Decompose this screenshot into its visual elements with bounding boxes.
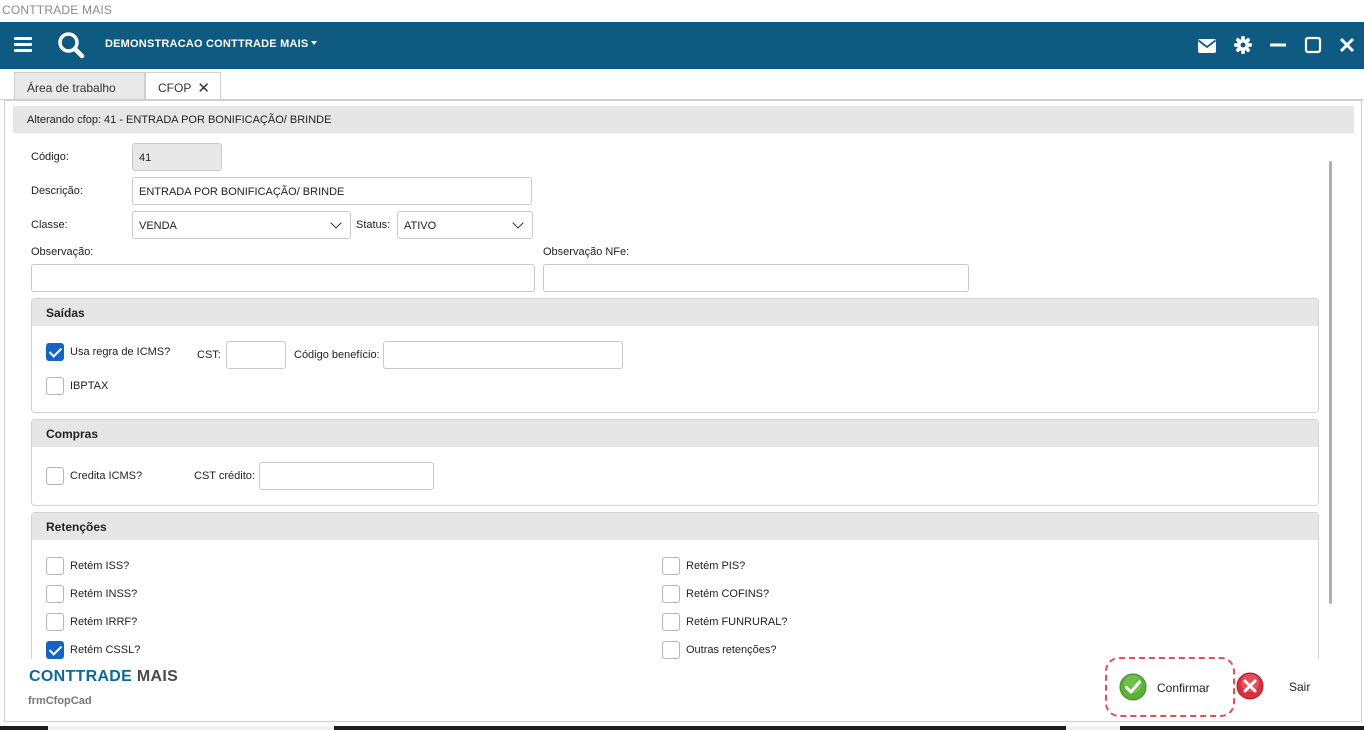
descricao-field[interactable]: ENTRADA POR BONIFICAÇÃO/ BRINDE [132,177,532,205]
compras-title: Compras [32,420,1318,447]
cst-label: CST: [197,349,221,361]
status-label: Status: [356,219,391,231]
tab-bar: Área de trabalho CFOP ✕ [0,69,1364,101]
retem-inss-label: Retém INSS? [70,588,138,600]
status-selected-value: ATIVO [404,220,437,232]
brand-part-1: CONTTRADE [29,668,133,685]
observacao-nfe-field[interactable] [543,264,969,292]
retem-cofins-label: Retém COFINS? [686,588,770,600]
descricao-label: Descrição: [31,185,83,197]
chevron-down-icon [330,217,342,229]
form-panel: Alterando cfop: 41 - ENTRADA POR BONIFIC… [4,100,1362,722]
saidas-title: Saídas [32,299,1318,326]
retem-cofins-checkbox[interactable] [662,585,680,603]
chevron-down-icon [512,217,524,229]
saidas-section: Saídas Usa regra de ICMS? CST: Código be… [31,298,1319,413]
brand-logo: CONTTRADE MAIS [29,668,178,686]
tab-label: CFOP [158,81,192,95]
retencoes-section: Retenções Retém ISS? Retém INSS? Retém I… [31,512,1319,672]
credita-icms-label: Credita ICMS? [70,470,143,482]
brand-part-2: MAIS [136,668,179,685]
cst-credito-field[interactable] [259,462,434,490]
tab-close-icon[interactable]: ✕ [197,79,210,97]
taskbar-strip [0,726,1364,730]
retem-funrural-label: Retém FUNRURAL? [686,616,788,628]
taskbar-segment [1066,726,1120,730]
retem-iss-label: Retém ISS? [70,560,130,572]
codigo-field: 41 [132,143,222,171]
form-header: Alterando cfop: 41 - ENTRADA POR BONIFIC… [13,106,1354,133]
tab-label: Área de trabalho [27,81,116,95]
search-icon[interactable] [57,31,85,59]
codigo-label: Código: [31,151,69,163]
company-name: DEMONSTRACAO CONTTRADE MAIS [105,38,309,50]
company-dropdown[interactable]: DEMONSTRACAO CONTTRADE MAIS [105,38,318,50]
retem-funrural-checkbox[interactable] [662,613,680,631]
vertical-scrollbar[interactable] [1329,161,1332,604]
codigo-beneficio-field[interactable] [383,341,623,369]
cst-field[interactable] [226,341,286,369]
retem-pis-checkbox[interactable] [662,557,680,575]
ibptax-label: IBPTAX [70,380,109,392]
tab-area-de-trabalho[interactable]: Área de trabalho [14,72,145,100]
retem-iss-checkbox[interactable] [46,557,64,575]
tab-cfop[interactable]: CFOP ✕ [145,72,221,101]
confirm-label: Confirmar [1157,681,1210,695]
observacao-field[interactable] [31,264,535,292]
cancel-circle-icon [1236,672,1264,700]
retem-irrf-checkbox[interactable] [46,613,64,631]
confirm-button[interactable]: Confirmar [1105,657,1235,717]
outras-retencoes-label: Outras retenções? [686,644,777,656]
outras-retencoes-checkbox[interactable] [662,641,680,659]
classe-selected-value: VENDA [139,220,177,232]
observacao-label: Observação: [31,246,94,258]
codigo-beneficio-label: Código benefício: [294,349,380,361]
retem-cssl-checkbox[interactable] [46,641,64,659]
gear-icon[interactable] [1233,35,1253,55]
ibptax-checkbox[interactable] [46,377,64,395]
top-navigation-bar: DEMONSTRACAO CONTTRADE MAIS [0,22,1364,69]
hamburger-menu-icon[interactable] [14,37,32,53]
compras-section: Compras Credita ICMS? CST crédito: [31,419,1319,506]
retencoes-title: Retenções [32,513,1318,540]
check-circle-icon [1119,673,1147,701]
minimize-icon[interactable] [1268,35,1288,55]
retem-irrf-label: Retém IRRF? [70,616,138,628]
usa-regra-icms-label: Usa regra de ICMS? [70,346,171,358]
close-icon[interactable] [1337,35,1357,55]
exit-label: Sair [1289,680,1311,694]
observacao-nfe-label: Observação NFe: [543,246,630,258]
retem-cssl-label: Retém CSSL? [70,644,141,656]
credita-icms-checkbox[interactable] [46,467,64,485]
exit-button[interactable]: Sair [1234,668,1324,704]
caret-down-icon [311,41,318,45]
form-name: frmCfopCad [28,695,92,707]
classe-select[interactable]: VENDA [132,211,351,239]
cst-credito-label: CST crédito: [194,470,255,482]
taskbar-segment [48,726,334,730]
maximize-icon[interactable] [1303,35,1323,55]
classe-label: Classe: [31,219,68,231]
retem-pis-label: Retém PIS? [686,560,746,572]
window-title: CONTTRADE MAIS [0,0,1364,22]
mail-icon[interactable] [1197,36,1217,56]
retem-inss-checkbox[interactable] [46,585,64,603]
status-select[interactable]: ATIVO [397,211,533,239]
usa-regra-icms-checkbox[interactable] [46,343,64,361]
